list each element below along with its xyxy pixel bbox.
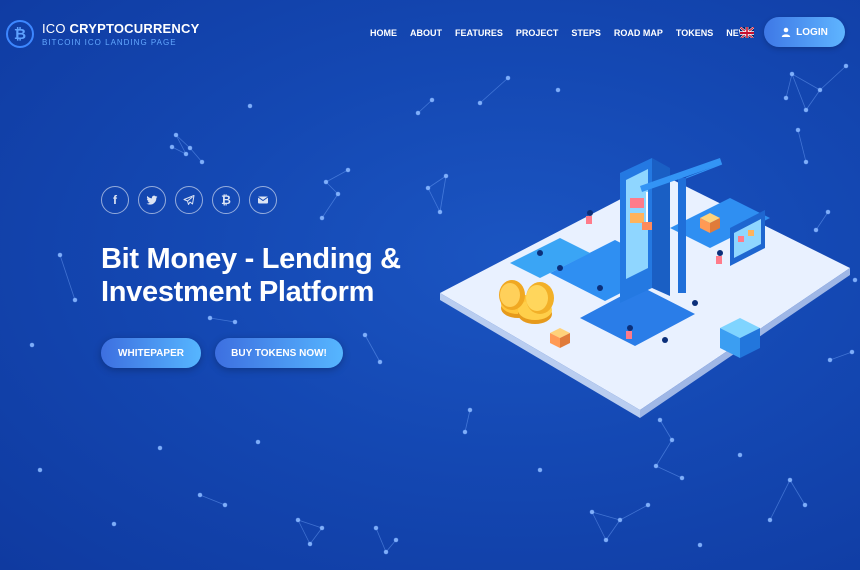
main-nav: HOME ABOUT FEATURES PROJECT STEPS ROAD M… [370,28,766,38]
hero-title-line1: Bit Money - Lending & [101,243,401,275]
whitepaper-label: WHITEPAPER [118,347,184,359]
user-icon [781,27,791,37]
bitcoin-glyph: ₿ [221,193,231,207]
nav-item-features[interactable]: FEATURES [455,28,503,38]
buy-tokens-button[interactable]: BUY TOKENS NOW! [215,338,343,368]
bitcoin-icon[interactable]: ₿ [212,186,240,214]
nav-item-home[interactable]: HOME [370,28,397,38]
login-button[interactable]: LOGIN [764,17,845,47]
bitcoin-logo-icon: ₿ [6,20,34,48]
nav-item-tokens[interactable]: TOKENS [676,28,713,38]
isometric-platform-illustration [440,158,850,418]
nav-item-about[interactable]: ABOUT [410,28,442,38]
hero-title-line2: Investment Platform [101,276,375,308]
buy-tokens-label: BUY TOKENS NOW! [231,347,327,359]
nav-item-road-map[interactable]: ROAD MAP [614,28,663,38]
nav-item-steps[interactable]: STEPS [571,28,601,38]
hero-title: Bit Money - Lending & Investment Platfor… [101,243,401,309]
nav-item-project[interactable]: PROJECT [516,28,559,38]
brand-title-light: ICO [42,20,66,36]
facebook-icon[interactable]: f [101,186,129,214]
brand-title: ICO CRYPTOCURRENCY [42,22,199,35]
uk-flag-icon[interactable] [740,26,754,38]
facebook-glyph: f [113,193,117,207]
twitter-icon[interactable] [138,186,166,214]
social-links: f ₿ [101,186,286,214]
brand-title-bold: CRYPTOCURRENCY [69,20,200,36]
whitepaper-button[interactable]: WHITEPAPER [101,338,201,368]
telegram-icon[interactable] [175,186,203,214]
email-icon[interactable] [249,186,277,214]
login-label: LOGIN [796,26,828,38]
brand-subtitle: BITCOIN ICO LANDING PAGE [42,37,177,47]
brand-logo[interactable]: ₿ ICO CRYPTOCURRENCY BITCOIN ICO LANDING… [6,20,199,48]
